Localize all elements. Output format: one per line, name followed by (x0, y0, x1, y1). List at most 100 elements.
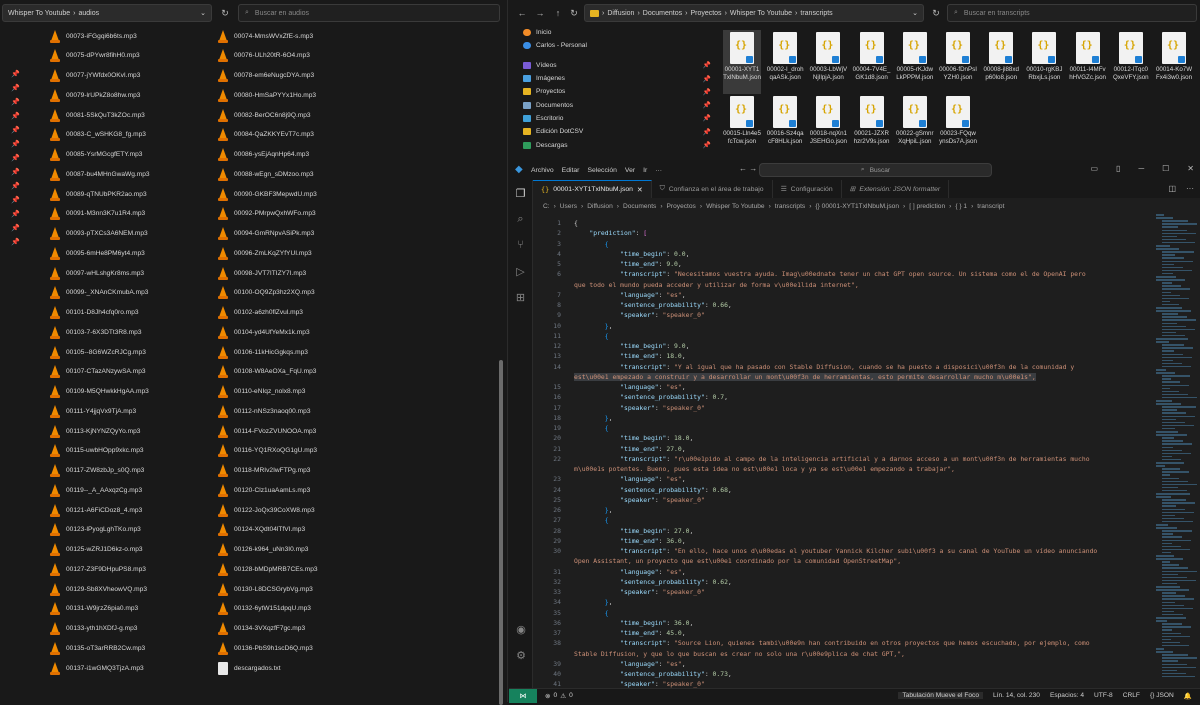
json-file-tile[interactable]: 00001-XYT1TxlNbuM.json (723, 30, 761, 94)
json-file-tile[interactable]: 00004-7V4E_GK1d8.json (853, 30, 891, 94)
minimize-icon[interactable]: ─ (1138, 164, 1144, 173)
back-icon[interactable]: ← (515, 6, 529, 20)
json-file-tile[interactable]: 00022-gSmnrXqHpiL.json (896, 94, 934, 158)
tab-extension[interactable]: ⊞ Extensión: JSON formatter (842, 180, 950, 198)
breadcrumb-item[interactable]: transcript (977, 203, 1004, 210)
pin-icon[interactable]: 📌 (11, 82, 21, 96)
code-editor[interactable]: 1 {2 "prediction": [3 {4 "time_begin": 0.… (533, 214, 1153, 688)
file-item[interactable]: 00132-6ytW151dpqU.mp3 (218, 601, 311, 617)
file-item[interactable]: descargados.txt (218, 660, 281, 676)
pin-icon[interactable]: 📌 (703, 114, 711, 122)
line-ending[interactable]: CRLF (1123, 692, 1140, 699)
file-item[interactable]: 00081-5SkQuT3kZOc.mp3 (50, 107, 145, 123)
file-item[interactable]: 00118-MRIv2IwFTPg.mp3 (218, 463, 310, 479)
more-icon[interactable]: ··· (1186, 184, 1194, 193)
file-item[interactable]: 00102-a6zh0flZvul.mp3 (218, 305, 303, 321)
sidebar-item[interactable]: Edición DotCSV 📌 (519, 125, 715, 138)
file-item[interactable]: 00089-qTNUbPKR2ao.mp3 (50, 186, 147, 202)
pin-icon[interactable]: 📌 (11, 152, 21, 166)
file-item[interactable]: 00073-iFGgqi6b6ts.mp3 (50, 28, 137, 44)
file-item[interactable]: 00099-_XNAnCKmubA.mp3 (50, 285, 148, 301)
file-item[interactable]: 00123-lPyogLghTKo.mp3 (50, 522, 141, 538)
file-item[interactable]: 00097-wHLshgKr8ms.mp3 (50, 265, 144, 281)
json-file-tile[interactable]: 00005-rKJdwLkPPPM.json (896, 30, 934, 94)
json-file-tile[interactable]: 00021-JZXRhzr2V9s.json (853, 94, 891, 158)
file-item[interactable]: 00088-wEgn_sDMzoo.mp3 (218, 166, 314, 182)
file-item[interactable]: 00124-XQdt04lTfVI.mp3 (218, 522, 305, 538)
file-item[interactable]: 00105--8G6WZcRJCg.mp3 (50, 344, 146, 360)
menu-item[interactable]: Ir (643, 167, 647, 174)
file-item[interactable]: 00076-ULh20tR-6O4.mp3 (218, 48, 310, 64)
encoding[interactable]: UTF-8 (1094, 692, 1113, 699)
chevron-down-icon[interactable]: ⌄ (912, 9, 918, 17)
file-item[interactable]: 00108-W8AeOXa_FqU.mp3 (218, 364, 316, 380)
file-item[interactable]: 00119--_A_AAxqzCg.mp3 (50, 482, 142, 498)
file-item[interactable]: 00122-JoQx39CoXW8.mp3 (218, 502, 315, 518)
nav-arrows-icon[interactable]: ← → (739, 164, 757, 173)
pin-icon[interactable]: 📌 (11, 166, 21, 180)
notifications-icon[interactable]: 🔔 (1184, 692, 1192, 700)
json-file-tile[interactable]: 00023-FQqwynsDs7A.json (939, 94, 977, 158)
breadcrumb-item[interactable]: C: (543, 203, 550, 210)
breadcrumb-3[interactable]: Whisper To Youtube (730, 10, 792, 17)
command-center[interactable]: ⌕ Buscar (759, 163, 992, 177)
file-item[interactable]: 00075-dPYwr8fihH0.mp3 (50, 48, 140, 64)
split-editor-icon[interactable]: ◫ (1168, 184, 1176, 193)
file-item[interactable]: 00106-11kHicGgkqs.mp3 (218, 344, 308, 360)
chevron-down-icon[interactable]: ⌄ (200, 9, 206, 17)
search-box[interactable]: ⌕ Buscar en audios (238, 4, 500, 22)
json-file-tile[interactable]: 00003-LbWjVNjIlpjA.json (809, 30, 847, 94)
file-item[interactable]: 00113-KjNYNZQyYo.mp3 (50, 423, 140, 439)
layout-icon[interactable]: ▭ (1090, 164, 1098, 173)
pin-icon[interactable]: 📌 (703, 128, 711, 136)
breadcrumb-item[interactable]: Users (560, 203, 577, 210)
breadcrumb-item[interactable]: Proyectos (667, 203, 696, 210)
search-input[interactable]: Buscar en audios (255, 10, 309, 17)
menu-item[interactable]: Selección (587, 167, 616, 174)
json-file-tile[interactable]: 00014-Ko7WFx4i3w0.json (1155, 30, 1193, 94)
tab-workspace-trust[interactable]: ⛉ Confianza en el área de trabajo (652, 180, 773, 198)
file-item[interactable]: 00078-em6eNugcDYA.mp3 (218, 68, 314, 84)
file-item[interactable]: 00077-jYWfdx0OKvI.mp3 (50, 68, 140, 84)
file-item[interactable]: 00092-PMrpwQxhWFo.mp3 (218, 206, 316, 222)
pin-icon[interactable]: 📌 (703, 88, 711, 96)
file-item[interactable]: 00080-HmSaPYYx1Ho.mp3 (218, 87, 316, 103)
sidebar-item[interactable]: Carlos - Personal (519, 39, 715, 52)
file-item[interactable]: 00125-wZRJ1D6kz-o.mp3 (50, 542, 143, 558)
json-file-tile[interactable]: 00011-I4MFvhHVGZc.json (1069, 30, 1107, 94)
refresh-icon[interactable]: ↻ (218, 6, 232, 20)
file-item[interactable]: 00111-Y4jjqVx9TjA.mp3 (50, 403, 136, 419)
source-control-icon[interactable]: ⑂ (509, 232, 532, 258)
file-item[interactable]: 00082-BerOC6n8j9Q.mp3 (218, 107, 311, 123)
json-file-tile[interactable]: 00015-Lln4e5fcTcw.json (723, 94, 761, 158)
language-mode[interactable]: {} JSON (1150, 692, 1174, 699)
pin-icon[interactable]: 📌 (703, 61, 711, 69)
pin-icon[interactable]: 📌 (11, 96, 21, 110)
sidebar-item[interactable]: Escritorio 📌 (519, 112, 715, 125)
file-item[interactable]: 00091-M3nn3K7u1R4.mp3 (50, 206, 145, 222)
file-item[interactable]: 00098-JVT7ITIZY7I.mp3 (218, 265, 306, 281)
menu-item[interactable]: Archivo (531, 167, 554, 174)
pin-icon[interactable]: 📌 (11, 236, 21, 250)
breadcrumb-item[interactable]: transcripts (775, 203, 805, 210)
pin-icon[interactable]: 📌 (11, 180, 21, 194)
minimap[interactable] (1154, 214, 1197, 688)
file-item[interactable]: 00074-MmsWVxZfE-s.mp3 (218, 28, 313, 44)
breadcrumb-item[interactable]: { } 1 (955, 203, 967, 210)
file-item[interactable]: 00116-YQ1RXoQG1gU.mp3 (218, 443, 317, 459)
breadcrumb-item[interactable]: [ ] prediction (909, 203, 945, 210)
close-icon[interactable]: ✕ (1187, 164, 1194, 173)
file-item[interactable]: 00100-OQ9Zp3hz2XQ.mp3 (218, 285, 315, 301)
up-icon[interactable]: ↑ (551, 6, 565, 20)
search-box[interactable]: ⌕ Buscar en transcripts (947, 4, 1197, 22)
sidebar-item[interactable]: Inicio (519, 26, 715, 39)
json-file-tile[interactable]: 00012-lTqc0QxeVFY.json (1112, 30, 1150, 94)
run-debug-icon[interactable]: ▷ (509, 258, 532, 284)
forward-icon[interactable]: → (533, 6, 547, 20)
pin-icon[interactable]: 📌 (11, 110, 21, 124)
pin-icon[interactable]: 📌 (11, 208, 21, 222)
file-item[interactable]: 00084-QaZKKYEvT7c.mp3 (218, 127, 314, 143)
file-item[interactable]: 00095-6mHe8PM6yt4.mp3 (50, 245, 145, 261)
file-item[interactable]: 00128-bMDpMRB7CEs.mp3 (218, 561, 318, 577)
sidebar-item[interactable]: Descargas 📌 (519, 138, 715, 151)
